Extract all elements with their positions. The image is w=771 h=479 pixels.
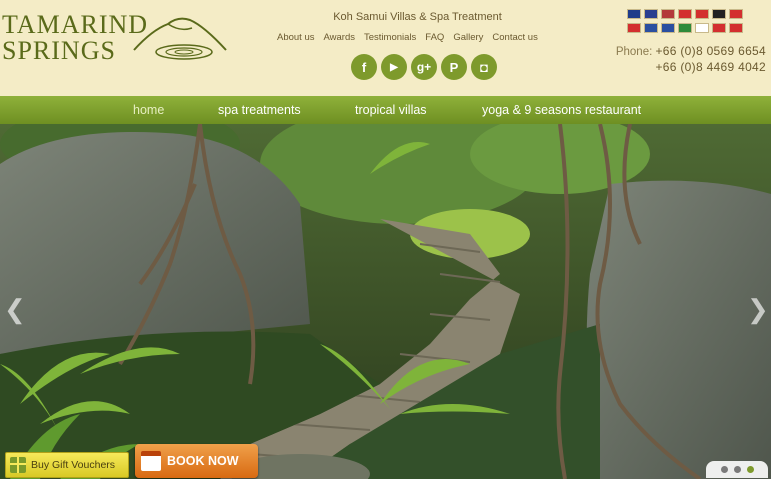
flag-indonesia[interactable] [678,9,692,19]
slider-dots [706,461,768,478]
buy-gift-vouchers-button[interactable]: Buy Gift Vouchers [5,452,129,478]
social-links: f ▶ g+ P ◘ [351,54,497,80]
hero-image [0,124,771,479]
youtube-icon[interactable]: ▶ [381,54,407,80]
top-nav: About us Awards Testimonials FAQ Gallery… [277,32,538,43]
phone-block: Phone: +66 (0)8 0569 6654 +66 (0)8 4469 … [598,44,766,75]
voucher-label: Buy Gift Vouchers [31,459,116,471]
flag-australia[interactable] [627,9,641,19]
flag-austria[interactable] [627,23,641,33]
flag-france[interactable] [644,23,658,33]
flag-uk[interactable] [644,9,658,19]
nav-spa-treatments[interactable]: spa treatments [218,103,301,117]
hero-slideshow: ❮ ❯ [0,124,771,479]
phone-number-1[interactable]: +66 (0)8 0569 6654 [656,44,767,58]
nav-home[interactable]: home [133,103,164,117]
logo-text: Tamarind Springs [2,12,148,64]
flag-canada[interactable] [695,9,709,19]
flag-russia[interactable] [661,23,675,33]
slider-dot[interactable] [733,466,741,473]
flag-row [627,9,771,19]
tagline: Koh Samui Villas & Spa Treatment [333,11,502,23]
flag-japan[interactable] [695,23,709,33]
nav-contact-us[interactable]: Contact us [492,32,537,43]
nav-awards[interactable]: Awards [324,32,356,43]
logo-line1: Tamarind [2,10,149,39]
nav-faq[interactable]: FAQ [425,32,444,43]
nav-yoga-restaurant[interactable]: yoga & 9 seasons restaurant [482,103,641,117]
book-now-button[interactable]: BOOK NOW [135,444,258,478]
slider-dot[interactable] [720,466,728,473]
mountain-logo-icon [133,17,227,60]
phone-number-2[interactable]: +66 (0)8 4469 4042 [598,60,766,75]
calendar-icon [141,451,161,471]
flag-switzerland[interactable] [729,9,743,19]
nav-testimonials[interactable]: Testimonials [364,32,416,43]
phone-label: Phone: [615,46,653,58]
facebook-icon[interactable]: f [351,54,377,80]
next-slide-icon[interactable]: ❯ [747,294,769,325]
flag-taiwan[interactable] [729,23,743,33]
logo[interactable]: Tamarind Springs [2,6,232,66]
flag-germany[interactable] [712,9,726,19]
flag-china[interactable] [712,23,726,33]
header: Tamarind Springs Koh Samui Villas & Spa … [0,0,771,96]
gift-icon [10,457,26,473]
flag-italy[interactable] [678,23,692,33]
nav-tropical-villas[interactable]: tropical villas [355,103,427,117]
flag-usa[interactable] [661,9,675,19]
nav-about-us[interactable]: About us [277,32,315,43]
google-plus-icon[interactable]: g+ [411,54,437,80]
main-nav: home spa treatments tropical villas yoga… [0,96,771,124]
prev-slide-icon[interactable]: ❮ [4,294,26,325]
flag-row [627,23,771,33]
slider-dot-active[interactable] [746,466,754,473]
logo-line2: Springs [2,36,116,65]
pinterest-icon[interactable]: P [441,54,467,80]
language-flags [627,9,771,37]
book-now-label: BOOK NOW [167,454,239,468]
instagram-icon[interactable]: ◘ [471,54,497,80]
nav-gallery[interactable]: Gallery [453,32,483,43]
